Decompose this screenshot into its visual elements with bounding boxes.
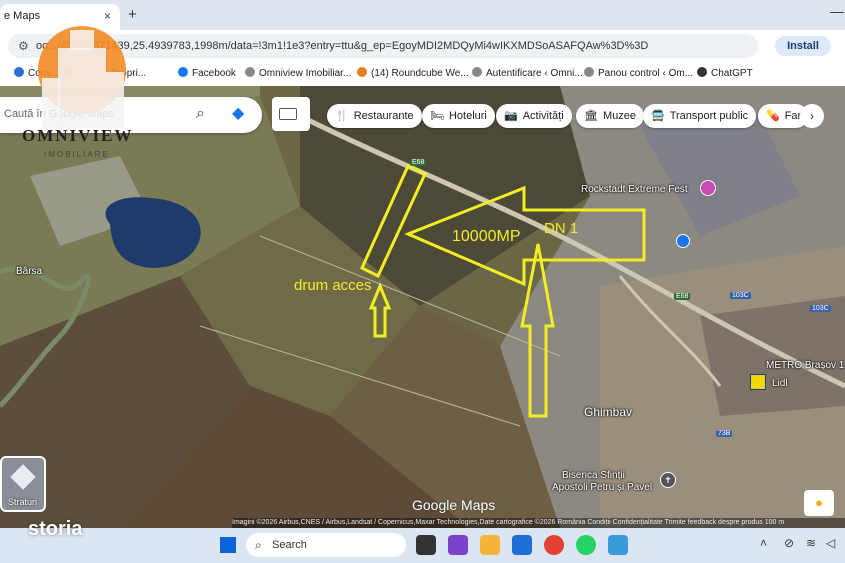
- tray-chevron-icon[interactable]: ˄: [760, 536, 767, 550]
- site-info-icon[interactable]: ⚙: [18, 34, 29, 58]
- map-attribution: Imagini ©2026 Airbus,CNES / Airbus,Lands…: [232, 518, 845, 528]
- chip-activitati[interactable]: 📷 Activități: [496, 104, 572, 128]
- museum-icon: 🏛: [584, 110, 598, 122]
- start-windows-icon[interactable]: [220, 537, 236, 553]
- taskbar-search-label: Search: [272, 539, 307, 551]
- arrow-left-shape: [404, 185, 646, 287]
- bookmark-item[interactable]: Autentificare ‹ Omni...: [472, 67, 583, 79]
- pharmacy-icon: 💊: [766, 110, 780, 122]
- camera-icon: 📷: [504, 110, 518, 122]
- file-explorer-icon[interactable]: [480, 535, 500, 555]
- chips-next-button[interactable]: ›: [800, 104, 824, 128]
- chip-transport-public[interactable]: 🚍 Transport public: [643, 104, 757, 128]
- network-off-icon[interactable]: ⊘: [784, 536, 794, 550]
- bookmark-item[interactable]: ChatGPT: [697, 67, 753, 79]
- satellite-map[interactable]: Bârsa Rockstadt Extreme Fest METRO Brașo…: [0, 86, 845, 528]
- search-icon[interactable]: ⌕: [196, 105, 205, 123]
- annotation-shapes: [360, 163, 646, 418]
- chip-hoteluri[interactable]: 🛏 Hoteluri: [422, 104, 495, 128]
- watermark-title: OMNIVIEW: [22, 126, 134, 145]
- annotation-access: drum acces: [294, 277, 372, 294]
- chatgpt-icon: [697, 67, 707, 77]
- chrome-icon[interactable]: [544, 535, 564, 555]
- install-label: Install: [787, 40, 819, 52]
- search-icon: ⌕: [255, 538, 262, 552]
- keyboard-button[interactable]: [272, 97, 310, 131]
- annotation-road: DN 1: [544, 220, 579, 237]
- task-view-icon[interactable]: [416, 535, 436, 555]
- bookmark-favicon: [584, 67, 594, 77]
- bookmark-favicon: [14, 67, 24, 77]
- chip-restaurante[interactable]: 🍴 Restaurante: [327, 104, 422, 128]
- taskbar-search[interactable]: ⌕ Search: [246, 533, 406, 557]
- layers-button[interactable]: Straturi: [0, 456, 46, 512]
- annotation-area: 10000MP: [452, 228, 521, 245]
- arrow-up-shape: [520, 243, 555, 418]
- street-view-pegman-icon[interactable]: ●: [804, 490, 834, 516]
- chip-muzee[interactable]: 🏛 Muzee: [576, 104, 644, 128]
- omniview-logo-icon: [38, 26, 126, 128]
- install-app-button[interactable]: Install: [775, 36, 831, 56]
- bookmark-favicon: [472, 67, 482, 77]
- bookmark-item[interactable]: Omniview Imobiliar...: [245, 67, 351, 79]
- bookmark-favicon: [245, 67, 255, 77]
- wifi-icon[interactable]: ≋: [806, 536, 816, 550]
- watermark-subtitle: IMOBILIARE: [44, 150, 110, 159]
- parcel-outline: [360, 163, 427, 279]
- bookmark-item[interactable]: Facebook: [178, 67, 236, 79]
- roundcube-icon: [357, 67, 367, 77]
- bookmark-item[interactable]: (14) Roundcube We...: [357, 67, 469, 79]
- app-icon[interactable]: [608, 535, 628, 555]
- bookmark-item[interactable]: Panou control ‹ Om...: [584, 67, 693, 79]
- volume-icon[interactable]: ◁: [826, 536, 835, 550]
- arrow-up-small-shape: [368, 282, 392, 338]
- restaurant-icon: 🍴: [335, 110, 349, 122]
- m365-icon[interactable]: [448, 535, 468, 555]
- minimize-button[interactable]: —: [830, 3, 844, 19]
- hotel-icon: 🛏: [430, 110, 444, 122]
- layers-label: Straturi: [8, 497, 38, 507]
- facebook-icon: [178, 67, 188, 77]
- layers-icon: [10, 464, 36, 490]
- store-icon[interactable]: [512, 535, 532, 555]
- whatsapp-icon[interactable]: [576, 535, 596, 555]
- keyboard-icon: [279, 108, 297, 120]
- storia-watermark: storia: [28, 518, 83, 540]
- directions-icon[interactable]: ◆: [232, 103, 252, 123]
- google-maps-logo: Google Maps: [412, 497, 496, 513]
- bus-icon: 🚍: [651, 110, 665, 122]
